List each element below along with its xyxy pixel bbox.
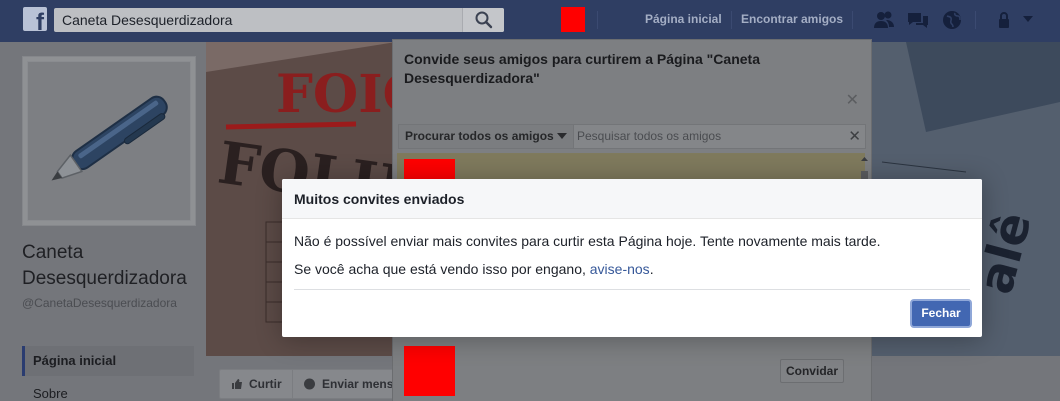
chevron-down-icon <box>557 133 567 139</box>
profile-picture[interactable] <box>22 56 196 226</box>
invite-dialog-title: Convide seus amigos para curtirem a Pági… <box>404 51 760 86</box>
profile-picture-frame <box>27 61 191 221</box>
nav-separator <box>731 11 732 29</box>
like-button[interactable]: Curtir <box>249 377 282 391</box>
action-separator <box>292 370 293 398</box>
message-icon <box>304 378 315 390</box>
friends-search-input[interactable]: Pesquisar todos os amigos <box>577 129 721 143</box>
send-message-button[interactable]: Enviar mens <box>322 377 393 391</box>
page-action-bar: Curtir Enviar mens <box>219 369 419 399</box>
search-button[interactable] <box>462 8 504 32</box>
close-icon[interactable]: ✕ <box>846 90 859 110</box>
search-input[interactable]: Caneta Desesquerdizadora <box>62 12 232 28</box>
invite-friend-button[interactable]: Convidar <box>780 359 844 383</box>
nav-home-link[interactable]: Página inicial <box>645 12 722 26</box>
search-icon <box>475 11 493 29</box>
modal-divider <box>294 289 970 290</box>
page-title: Caneta Desesquerdizadora <box>22 242 187 289</box>
clear-search-icon[interactable]: ✕ <box>848 127 861 145</box>
nav-separator <box>975 11 976 29</box>
dropdown-icon[interactable] <box>1022 15 1034 23</box>
globe-icon[interactable] <box>942 10 962 30</box>
nav-find-friends-link[interactable]: Encontrar amigos <box>741 12 843 26</box>
modal-message-prefix: Se você acha que está vendo isso por eng… <box>294 261 590 277</box>
profile-avatar-redacted[interactable] <box>561 7 585 32</box>
modal-header: Muitos convites enviados <box>282 179 982 219</box>
report-link[interactable]: avise-nos <box>590 261 650 277</box>
lock-icon[interactable] <box>996 10 1012 30</box>
messages-icon[interactable] <box>906 10 930 30</box>
friend-avatar-redacted <box>404 346 455 396</box>
friends-icon[interactable] <box>873 10 895 30</box>
facebook-logo-icon[interactable]: f <box>23 7 47 31</box>
too-many-invites-modal: Muitos convites enviados Não é possível … <box>282 179 982 337</box>
nav-separator <box>852 11 853 29</box>
friends-filter-dropdown[interactable]: Procurar todos os amigos <box>399 125 574 148</box>
sidebar-item-about[interactable]: Sobre <box>22 379 194 401</box>
page-username[interactable]: @CanetaDesesquerdizadora <box>22 295 197 311</box>
modal-message-secondary: Se você acha que está vendo isso por eng… <box>294 260 970 278</box>
modal-title: Muitos convites enviados <box>294 191 465 207</box>
thumbs-up-icon <box>232 379 242 389</box>
top-bar: f Caneta Desesquerdizadora Página inicia… <box>0 0 1060 42</box>
modal-message: Não é possível enviar mais convites para… <box>294 233 881 249</box>
friends-filter-label: Procurar todos os amigos <box>405 129 554 143</box>
sidebar-item-home[interactable]: Página inicial <box>22 346 194 376</box>
modal-message-suffix: . <box>649 261 654 277</box>
invite-filter-bar: Procurar todos os amigos Pesquisar todos… <box>398 124 866 149</box>
pen-icon <box>51 95 168 181</box>
nav-separator <box>597 11 598 29</box>
search-box[interactable]: Caneta Desesquerdizadora <box>54 8 504 32</box>
modal-body: Não é possível enviar mais convites para… <box>294 232 970 288</box>
close-button[interactable]: Fechar <box>912 301 970 326</box>
